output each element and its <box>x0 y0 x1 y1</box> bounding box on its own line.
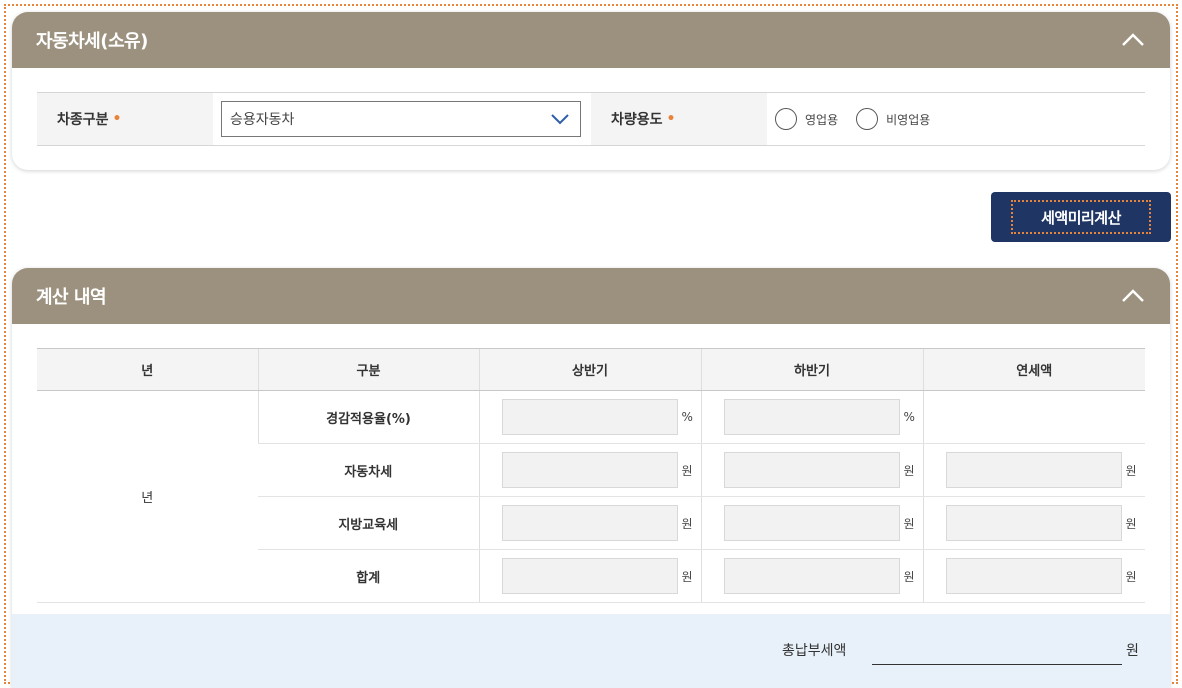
vehicle-use-options: 영업용 비영업용 <box>767 93 1145 145</box>
unit-label: % <box>903 410 915 424</box>
row-label: 자동차세 <box>258 443 479 497</box>
required-mark: • <box>112 111 122 127</box>
total-tax-bar: 총납부세액 원 <box>12 614 1170 688</box>
unit-label: 원 <box>1125 569 1137 584</box>
radio-noncommercial-label: 비영업용 <box>886 112 931 127</box>
row-label: 경감적용율(%) <box>257 390 479 444</box>
second-half-cell: 원 <box>700 496 923 550</box>
year-cell: 년 <box>37 390 258 603</box>
vehicle-type-label-text: 차종구분 <box>57 112 109 128</box>
header-annual: 연세액 <box>922 348 1145 391</box>
unit-label: 원 <box>1125 463 1137 478</box>
row-label: 합계 <box>258 549 479 603</box>
unit-label: 원 <box>903 516 915 531</box>
input-field[interactable] <box>723 505 900 541</box>
radio-commercial[interactable]: 영업용 <box>775 108 838 130</box>
second-half-cell: % <box>700 390 923 444</box>
header-second-half: 하반기 <box>700 348 923 391</box>
input-field[interactable] <box>723 452 900 488</box>
panel-header: 계산 내역 <box>12 268 1170 324</box>
radio-circle-icon[interactable] <box>775 108 797 130</box>
first-half-cell: 원 <box>478 549 701 603</box>
annual-cell <box>922 390 1145 444</box>
unit-label: 원 <box>1125 516 1137 531</box>
vehicle-type-value: 승용자동차 <box>230 112 295 128</box>
first-half-cell: 원 <box>478 443 701 497</box>
second-half-cell: 원 <box>700 549 923 603</box>
input-field[interactable] <box>723 399 900 435</box>
total-tax-label: 총납부세액 <box>782 643 847 659</box>
row-label: 지방교육세 <box>258 496 479 550</box>
table-header-row: 년 구분 상반기 하반기 연세액 <box>37 348 1145 391</box>
required-mark: • <box>666 111 676 127</box>
first-half-cell: % <box>478 390 701 444</box>
calculation-panel: 계산 내역 년 구분 상반기 하반기 연세액 년 경감적용율(%) % % 자동… <box>12 268 1170 688</box>
vehicle-use-label-text: 차량용도 <box>611 112 663 128</box>
table-row: 년 경감적용율(%) % % <box>37 390 1145 603</box>
annual-cell: 원 <box>922 443 1145 497</box>
panel-title: 자동차세(소유) <box>36 31 148 52</box>
unit-label: 원 <box>903 569 915 584</box>
vehicle-type-cell: 승용자동차 <box>213 93 591 145</box>
radio-circle-icon[interactable] <box>856 108 879 130</box>
collapse-chevron-icon[interactable] <box>1120 27 1146 53</box>
total-tax-field[interactable] <box>872 664 1122 665</box>
radio-commercial-label: 영업용 <box>805 112 839 127</box>
header-year: 년 <box>37 348 258 391</box>
vehicle-tax-panel: 자동차세(소유) 차종구분 • 승용자동차 차량용도 • 영업용 비영업용 <box>12 12 1170 170</box>
unit-label: 원 <box>903 463 915 478</box>
unit-label: 원 <box>681 463 693 478</box>
input-field[interactable] <box>501 399 678 435</box>
panel-header: 자동차세(소유) <box>12 12 1170 68</box>
annual-cell: 원 <box>922 549 1145 603</box>
vehicle-use-label: 차량용도 • <box>591 93 767 145</box>
annual-cell: 원 <box>922 496 1145 550</box>
header-first-half: 상반기 <box>478 348 701 391</box>
unit-label: 원 <box>681 569 693 584</box>
second-half-cell: 원 <box>700 443 923 497</box>
chevron-down-icon <box>551 114 569 125</box>
input-field[interactable] <box>501 505 678 541</box>
calculation-table: 년 구분 상반기 하반기 연세액 년 경감적용율(%) % % 자동차세 원 원… <box>37 348 1145 603</box>
vehicle-type-label: 차종구분 • <box>37 93 213 145</box>
panel-title: 계산 내역 <box>36 287 107 308</box>
unit-label: % <box>681 410 693 424</box>
vehicle-form-row: 차종구분 • 승용자동차 차량용도 • 영업용 비영업용 <box>37 92 1145 146</box>
total-tax-unit: 원 <box>1126 643 1139 659</box>
first-half-cell: 원 <box>478 496 701 550</box>
radio-noncommercial[interactable]: 비영업용 <box>856 108 930 130</box>
vehicle-type-select[interactable]: 승용자동차 <box>221 101 581 137</box>
calculate-button-label: 세액미리계산 <box>1011 200 1151 234</box>
input-field[interactable] <box>501 452 678 488</box>
calculate-button[interactable]: 세액미리계산 <box>991 192 1171 242</box>
header-category: 구분 <box>257 348 479 391</box>
unit-label: 원 <box>681 516 693 531</box>
input-field[interactable] <box>945 452 1122 488</box>
input-field[interactable] <box>945 558 1122 594</box>
collapse-chevron-icon[interactable] <box>1120 283 1146 309</box>
input-field[interactable] <box>501 558 678 594</box>
input-field[interactable] <box>945 505 1122 541</box>
input-field[interactable] <box>723 558 900 594</box>
